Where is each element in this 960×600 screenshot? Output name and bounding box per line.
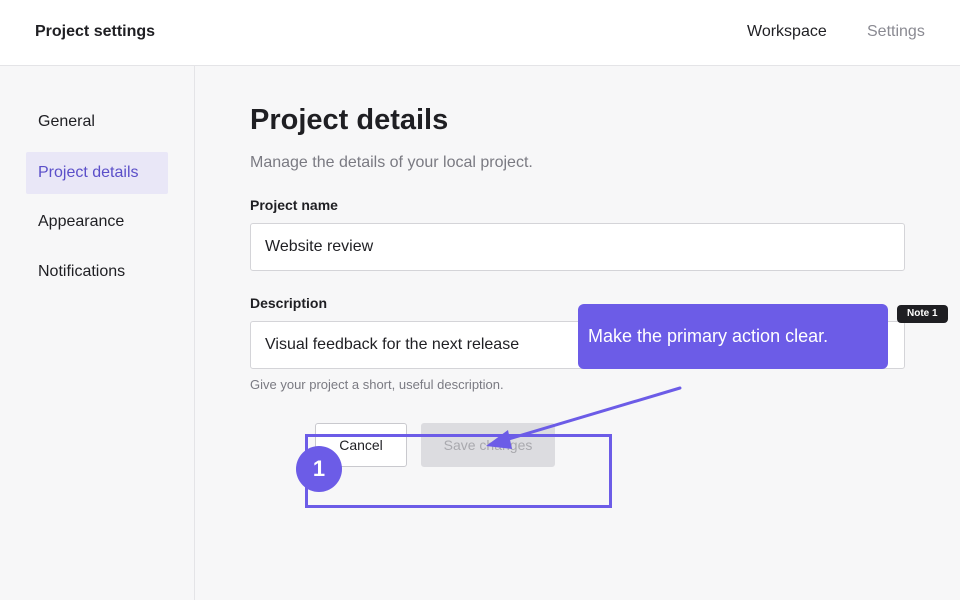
annotation-badge: 1 (296, 446, 342, 492)
sidebar-item-appearance[interactable]: Appearance (26, 201, 168, 243)
project-name-input[interactable] (250, 223, 905, 271)
sidebar-item-general[interactable]: General (26, 101, 168, 143)
annotation-note-tag: Note 1 (897, 305, 948, 323)
nav-settings-link[interactable]: Settings (867, 23, 925, 41)
app-title: Project settings (35, 23, 156, 40)
annotation-highlight-box (305, 434, 612, 508)
project-name-label: Project name (250, 197, 338, 213)
nav-workspace-link[interactable]: Workspace (747, 23, 827, 41)
page-title: Project details (250, 104, 449, 136)
page-subtitle: Manage the details of your local project… (250, 154, 533, 171)
top-bar: Project settings Workspace Settings (0, 0, 960, 66)
description-label: Description (250, 295, 328, 311)
annotation-callout: Make the primary action clear. (578, 304, 888, 369)
sidebar-item-project-details[interactable]: Project details (26, 152, 168, 194)
sidebar (0, 66, 195, 600)
sidebar-item-notifications[interactable]: Notifications (26, 251, 168, 293)
description-help-text: Give your project a short, useful descri… (250, 377, 504, 392)
